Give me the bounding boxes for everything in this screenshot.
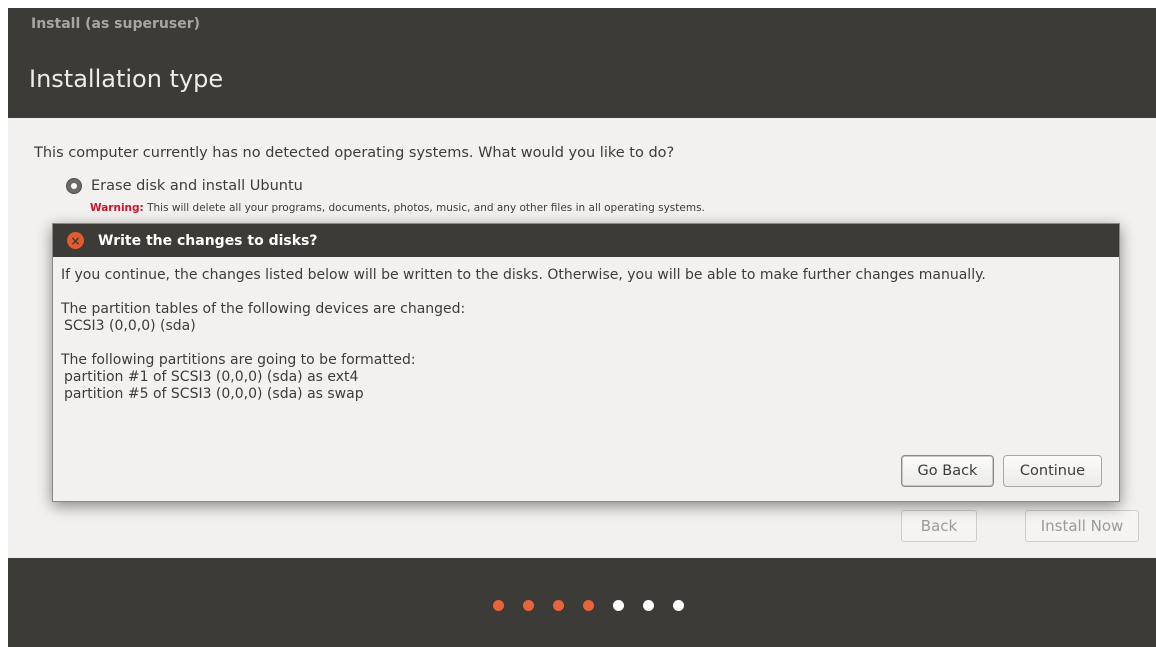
radio-dot [71, 183, 77, 189]
warning-message: This will delete all your programs, docu… [143, 202, 705, 214]
question-text: This computer currently has no detected … [34, 145, 675, 161]
partition-5: partition #5 of SCSI3 (0,0,0) (sda) as s… [64, 386, 364, 402]
write-changes-dialog: × Write the changes to disks? If you con… [52, 223, 1120, 502]
progress-dot-complete [523, 600, 534, 611]
progress-dot-pending [673, 600, 684, 611]
continue-button[interactable]: Continue [1003, 455, 1102, 487]
progress-dot-complete [583, 600, 594, 611]
dialog-title: Write the changes to disks? [98, 232, 318, 249]
dialog-titlebar: × Write the changes to disks? [53, 224, 1119, 257]
option-erase-disk[interactable]: Erase disk and install Ubuntu [66, 178, 303, 194]
header: Install (as superuser) Installation type [8, 8, 1156, 118]
progress-dot-complete [553, 600, 564, 611]
formatted-heading: The following partitions are going to be… [61, 352, 416, 368]
dialog-body: If you continue, the changes listed belo… [61, 267, 1111, 403]
footer [8, 558, 1156, 647]
option-erase-disk-label: Erase disk and install Ubuntu [91, 178, 303, 194]
radio-selected-icon[interactable] [66, 178, 82, 194]
back-button[interactable]: Back [901, 510, 977, 542]
window-title: Install (as superuser) [31, 16, 200, 32]
partition-1: partition #1 of SCSI3 (0,0,0) (sda) as e… [64, 369, 359, 385]
close-icon[interactable]: × [67, 232, 84, 249]
progress-dots [493, 600, 684, 611]
progress-dot-complete [493, 600, 504, 611]
page-title: Installation type [29, 65, 224, 93]
device-sda: SCSI3 (0,0,0) (sda) [64, 318, 196, 334]
warning-label: Warning: [90, 202, 144, 214]
install-now-button[interactable]: Install Now [1025, 510, 1139, 542]
progress-dot-pending [613, 600, 624, 611]
progress-dot-pending [643, 600, 654, 611]
dialog-intro: If you continue, the changes listed belo… [61, 267, 986, 283]
go-back-button[interactable]: Go Back [901, 455, 994, 487]
partition-tables-heading: The partition tables of the following de… [61, 301, 466, 317]
warning-text: Warning: This will delete all your progr… [90, 202, 705, 214]
